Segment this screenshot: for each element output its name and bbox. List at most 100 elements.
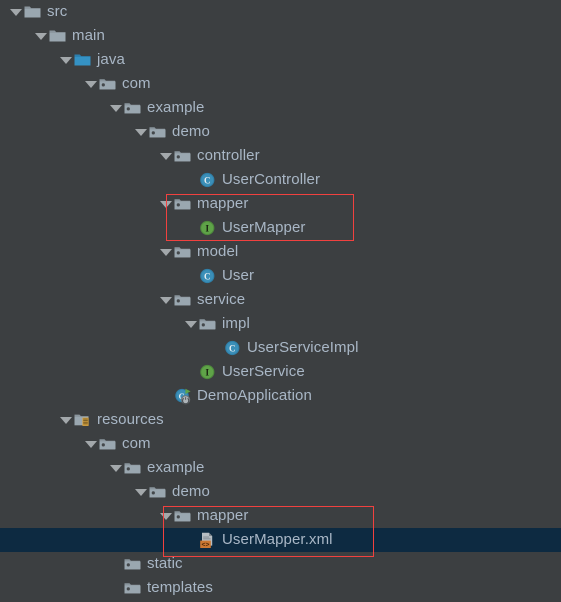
tree-row[interactable]: example — [0, 96, 561, 120]
tree-row-label: templates — [147, 579, 213, 596]
chevron-down-icon[interactable] — [83, 432, 99, 456]
xml-file-icon: <> — [199, 528, 217, 552]
tree-row[interactable]: templates — [0, 576, 561, 600]
tree-arrow-spacer — [208, 336, 224, 360]
java-source-folder-icon — [74, 48, 92, 72]
tree-row[interactable]: demo — [0, 120, 561, 144]
project-file-tree[interactable]: src main java com example demo controller C User… — [0, 0, 561, 600]
package-folder-icon — [99, 432, 117, 456]
tree-row[interactable]: C UserController — [0, 168, 561, 192]
package-folder-icon — [99, 72, 117, 96]
package-folder-icon — [174, 192, 192, 216]
package-folder-icon — [174, 240, 192, 264]
tree-row[interactable]: src — [0, 0, 561, 24]
tree-row[interactable]: resources — [0, 408, 561, 432]
tree-row-label: demo — [172, 123, 210, 140]
svg-text:C: C — [229, 343, 236, 353]
package-folder-icon — [124, 552, 142, 576]
tree-arrow-spacer — [108, 576, 124, 600]
package-folder-icon — [174, 144, 192, 168]
tree-row[interactable]: impl — [0, 312, 561, 336]
tree-row[interactable]: controller — [0, 144, 561, 168]
package-folder-icon — [174, 288, 192, 312]
chevron-down-icon[interactable] — [8, 0, 24, 24]
tree-row[interactable]: com — [0, 432, 561, 456]
tree-arrow-spacer — [183, 216, 199, 240]
tree-row[interactable]: C UserServiceImpl — [0, 336, 561, 360]
java-class-icon: C — [224, 336, 242, 360]
chevron-down-icon[interactable] — [108, 96, 124, 120]
svg-text:I: I — [206, 367, 210, 377]
chevron-down-icon[interactable] — [158, 192, 174, 216]
chevron-down-icon[interactable] — [183, 312, 199, 336]
package-folder-icon — [124, 456, 142, 480]
resources-folder-icon — [74, 408, 92, 432]
tree-row[interactable]: java — [0, 48, 561, 72]
chevron-down-icon[interactable] — [108, 456, 124, 480]
tree-row-label: demo — [172, 483, 210, 500]
source-folder-icon — [49, 24, 67, 48]
chevron-down-icon[interactable] — [133, 480, 149, 504]
tree-row[interactable]: C User — [0, 264, 561, 288]
tree-row[interactable]: com — [0, 72, 561, 96]
spring-boot-application-icon: C — [174, 384, 192, 408]
tree-row-label: UserService — [222, 363, 305, 380]
tree-row-label: static — [147, 555, 183, 572]
tree-row-label: mapper — [197, 195, 249, 212]
tree-arrow-spacer — [183, 168, 199, 192]
tree-row[interactable]: model — [0, 240, 561, 264]
tree-row-label: impl — [222, 315, 250, 332]
tree-row[interactable]: I UserMapper — [0, 216, 561, 240]
package-folder-icon — [124, 576, 142, 600]
tree-row-label: controller — [197, 147, 260, 164]
tree-row-label: UserMapper — [222, 219, 306, 236]
tree-arrow-spacer — [183, 528, 199, 552]
tree-row[interactable]: <> UserMapper.xml — [0, 528, 561, 552]
chevron-down-icon[interactable] — [58, 408, 74, 432]
tree-row[interactable]: service — [0, 288, 561, 312]
tree-row-label: src — [47, 3, 68, 20]
chevron-down-icon[interactable] — [158, 240, 174, 264]
tree-arrow-spacer — [183, 264, 199, 288]
tree-row[interactable]: static — [0, 552, 561, 576]
java-class-icon: C — [199, 168, 217, 192]
java-class-icon: C — [199, 264, 217, 288]
tree-row-label: example — [147, 99, 205, 116]
svg-text:I: I — [206, 223, 210, 233]
tree-row-label: DemoApplication — [197, 387, 312, 404]
package-folder-icon — [174, 504, 192, 528]
tree-row-label: example — [147, 459, 205, 476]
tree-row-label: model — [197, 243, 239, 260]
chevron-down-icon[interactable] — [133, 120, 149, 144]
tree-row-label: User — [222, 267, 255, 284]
tree-row[interactable]: C DemoApplication — [0, 384, 561, 408]
tree-row[interactable]: example — [0, 456, 561, 480]
source-folder-icon — [24, 0, 42, 24]
tree-row-label: main — [72, 27, 105, 44]
tree-row[interactable]: mapper — [0, 192, 561, 216]
chevron-down-icon[interactable] — [83, 72, 99, 96]
tree-row-label: resources — [97, 411, 164, 428]
tree-row[interactable]: mapper — [0, 504, 561, 528]
tree-row[interactable]: demo — [0, 480, 561, 504]
chevron-down-icon[interactable] — [33, 24, 49, 48]
package-folder-icon — [199, 312, 217, 336]
tree-row-label: mapper — [197, 507, 249, 524]
chevron-down-icon[interactable] — [58, 48, 74, 72]
package-folder-icon — [149, 480, 167, 504]
java-interface-icon: I — [199, 360, 217, 384]
package-folder-icon — [149, 120, 167, 144]
tree-row-label: java — [97, 51, 125, 68]
java-interface-icon: I — [199, 216, 217, 240]
chevron-down-icon[interactable] — [158, 144, 174, 168]
tree-row-label: com — [122, 435, 151, 452]
project-tool-window: src main java com example demo controller C User… — [0, 0, 561, 602]
tree-row-label: service — [197, 291, 246, 308]
tree-arrow-spacer — [108, 552, 124, 576]
package-folder-icon — [124, 96, 142, 120]
tree-row-label: com — [122, 75, 151, 92]
tree-row[interactable]: I UserService — [0, 360, 561, 384]
chevron-down-icon[interactable] — [158, 504, 174, 528]
tree-row[interactable]: main — [0, 24, 561, 48]
chevron-down-icon[interactable] — [158, 288, 174, 312]
